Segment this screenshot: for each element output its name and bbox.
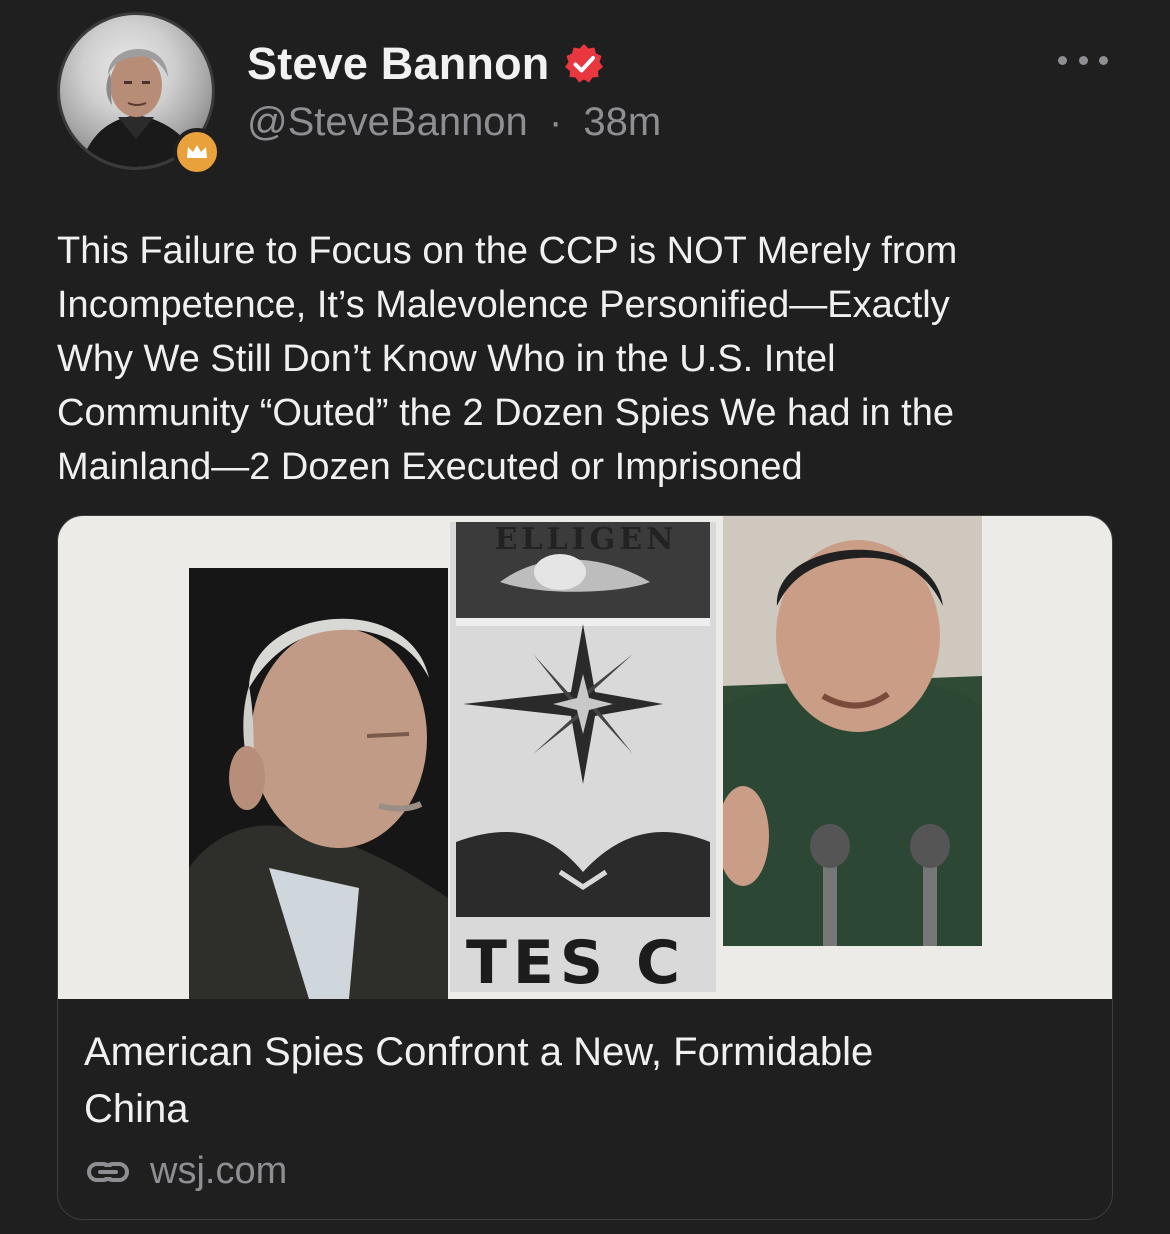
post-timestamp[interactable]: 38m [583, 100, 661, 144]
post-container: Steve Bannon @SteveBannon · 38m This Fai… [0, 0, 1170, 1234]
author-handle[interactable]: @SteveBannon [247, 100, 528, 144]
portrait-right-image [723, 516, 982, 946]
meta-separator: · [548, 100, 563, 144]
link-icon [87, 1161, 129, 1182]
seal-text-top: ELLIGEN [494, 522, 678, 557]
cia-seal-image [450, 522, 716, 992]
link-card-source[interactable]: wsj.com [86, 1150, 287, 1193]
link-preview-image[interactable]: ELLIGEN TES C [58, 516, 1112, 999]
author-handle-row: @SteveBannon · 38m [247, 100, 661, 145]
seal-text-bottom: TES C [466, 928, 687, 998]
crown-badge-icon [173, 128, 221, 176]
link-card-title[interactable]: American Spies Confront a New, Formidabl… [84, 1024, 1084, 1138]
post-body-text: This Failure to Focus on the CCP is NOT … [57, 230, 958, 488]
author-avatar[interactable] [57, 12, 221, 176]
author-name-row: Steve Bannon [247, 38, 605, 90]
more-options-icon[interactable] [1058, 48, 1108, 72]
portrait-left-image [189, 568, 448, 999]
verified-badge-icon [565, 44, 604, 83]
author-display-name[interactable]: Steve Bannon [247, 38, 549, 90]
link-preview-card[interactable]: ELLIGEN TES C American Spies Confront a … [57, 515, 1113, 1220]
link-card-domain: wsj.com [150, 1150, 288, 1192]
